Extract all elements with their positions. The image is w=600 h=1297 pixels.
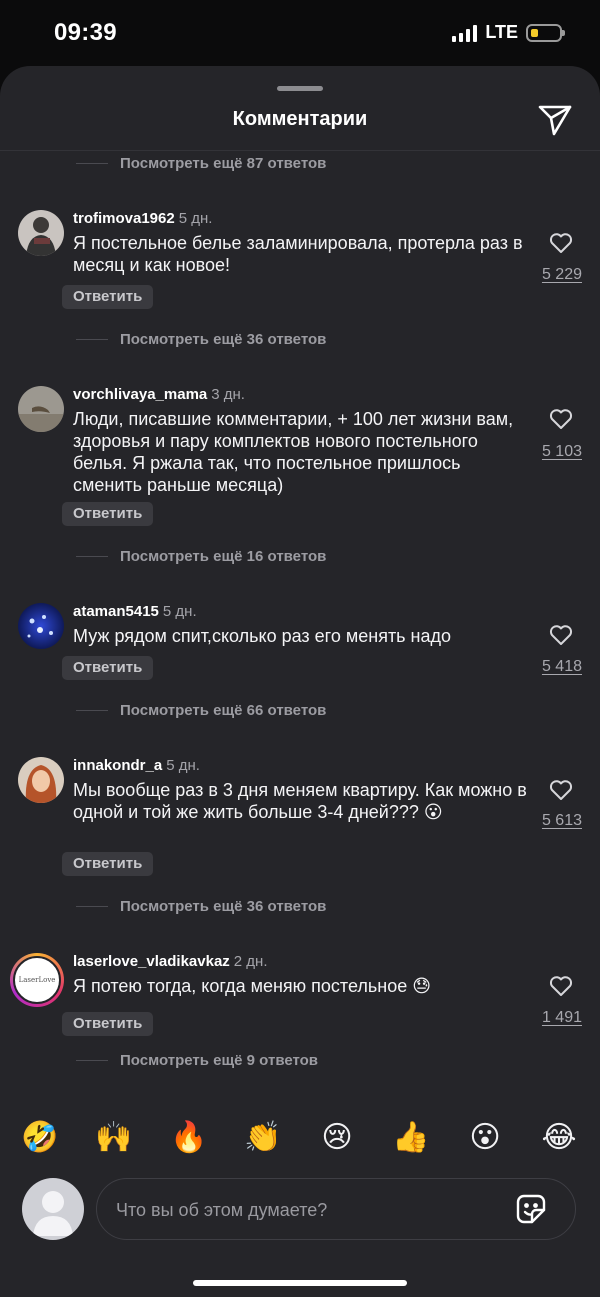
page-title: Комментарии [232,108,368,130]
header-divider [0,150,600,151]
comment-input[interactable] [114,1179,498,1241]
avatar[interactable] [18,603,64,649]
view-more-replies[interactable]: Посмотреть ещё 9 ответов [76,1052,318,1069]
emoji-clap-button[interactable]: 👏 [243,1118,283,1158]
emoji-rofl-button[interactable]: 🤣 [20,1118,60,1158]
battery-icon [526,23,565,42]
like-count[interactable]: 5 613 [542,812,582,830]
like-count[interactable]: 1 491 [542,1009,582,1027]
heart-icon[interactable] [549,408,573,430]
signal-icon [452,24,478,42]
comment-username[interactable]: trofimova1962 [73,210,175,227]
view-more-replies[interactable]: Посмотреть ещё 16 ответов [76,548,326,565]
composer-avatar [22,1178,84,1240]
emoji-joy-button[interactable]: 😂 [539,1118,579,1158]
comment-time: 5 дн. [162,603,197,620]
network-type: LTE [485,22,518,42]
comment-text: Я постельное белье заламинировала, проте… [73,233,523,275]
emoji-surprised-button[interactable]: 😮 [465,1118,505,1158]
comment-time: 3 дн. [211,386,245,403]
avatar-logo-text: LaserLove [18,976,56,984]
status-indicators: LTE [452,22,565,43]
emoji-raised-hands-button[interactable]: 🙌 [94,1118,134,1158]
comment-meta: innakondr_a 5 дн. [73,757,200,775]
thread-line [76,710,108,711]
view-more-replies-label: Посмотреть ещё 36 ответов [120,898,327,915]
comment-username[interactable]: ataman5415 [73,603,159,620]
sticker-icon[interactable] [515,1193,547,1225]
comment-meta: trofimova1962 5 дн. [73,210,212,228]
view-more-replies[interactable]: Посмотреть ещё 36 ответов [76,331,326,348]
reply-button[interactable]: Ответить [62,1012,154,1036]
avatar[interactable] [18,386,64,432]
like-count[interactable]: 5 418 [542,658,582,676]
comment-meta: ataman5415 5 дн. [73,603,197,621]
thread-line [76,556,108,557]
view-more-replies[interactable]: Посмотреть ещё 87 ответов [76,155,326,172]
comment-text: Муж рядом спит,сколько раз его менять на… [73,626,452,646]
comment-time: 5 дн. [166,757,200,774]
comment-time: 2 дн. [233,953,268,970]
comments-sheet: Комментарии Посмотреть ещё 87 ответов tr… [0,66,600,1297]
comment-time: 5 дн. [178,210,213,227]
avatar[interactable] [18,210,64,256]
view-more-replies-label: Посмотреть ещё 36 ответов [120,331,327,348]
quick-emoji-bar: 🤣 🙌 🔥 👏 😢 👍 😮 😂 [0,1118,600,1158]
reply-button[interactable]: Ответить [62,285,154,309]
view-more-replies[interactable]: Посмотреть ещё 36 ответов [76,898,326,915]
comment-username[interactable]: laserlove_vladikavkaz [73,953,230,970]
comment-input-box [96,1178,576,1241]
reply-button[interactable]: Ответить [62,656,154,680]
reply-button[interactable]: Ответить [62,502,154,526]
thread-line [76,163,108,164]
avatar[interactable] [18,757,64,803]
view-more-replies-label: Посмотреть ещё 9 ответов [120,1052,319,1069]
comment-meta: laserlove_vladikavkaz 2 дн. [73,953,268,971]
view-more-replies-label: Посмотреть ещё 66 ответов [120,702,327,719]
status-bar: 09:39 LTE [0,0,600,66]
heart-icon[interactable] [549,779,573,801]
view-more-replies-label: Посмотреть ещё 16 ответов [120,548,327,565]
view-more-replies-label: Посмотреть ещё 87 ответов [120,155,327,172]
like-count[interactable]: 5 229 [542,266,582,284]
paper-plane-icon[interactable] [537,103,573,137]
status-time: 09:39 [54,19,117,46]
comment-text: Мы вообще раз в 3 дня меняем квартиру. К… [73,780,527,822]
emoji-thumbs-up-button[interactable]: 👍 [391,1118,431,1158]
thread-line [76,339,108,340]
comment-meta: vorchlivaya_mama 3 дн. [73,386,245,404]
comment-username[interactable]: innakondr_a [73,757,162,774]
comment-username[interactable]: vorchlivaya_mama [73,386,207,403]
thread-line [76,906,108,907]
comment-text: Люди, писавшие комментарии, + 100 лет жи… [73,409,514,495]
emoji-cry-button[interactable]: 😢 [317,1118,357,1158]
sheet-grabber[interactable] [277,86,323,91]
reply-button[interactable]: Ответить [62,852,154,876]
heart-icon[interactable] [549,232,573,254]
avatar[interactable]: LaserLove [10,953,64,1007]
heart-icon[interactable] [549,624,573,646]
thread-line [76,1060,108,1061]
emoji-fire-button[interactable]: 🔥 [169,1118,209,1158]
view-more-replies[interactable]: Посмотреть ещё 66 ответов [76,702,326,719]
like-count[interactable]: 5 103 [542,443,582,461]
heart-icon[interactable] [549,975,573,997]
comment-text: Я потею тогда, когда меняю постельное 😓 [73,976,431,996]
home-indicator[interactable] [193,1280,407,1286]
